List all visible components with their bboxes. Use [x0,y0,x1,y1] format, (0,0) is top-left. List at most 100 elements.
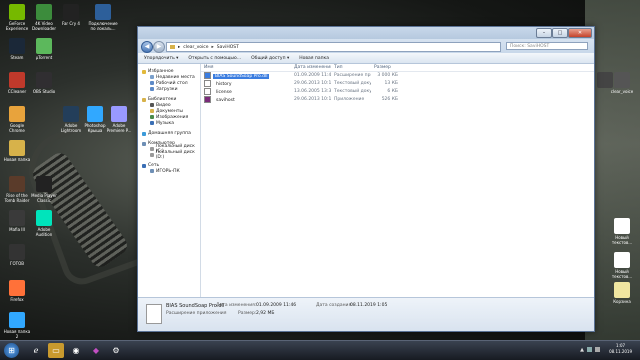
desktop-icon[interactable]: clear_voice [607,72,637,94]
tray-volume-icon[interactable] [595,347,600,352]
desktop-icon[interactable]: Новый текстов... [607,218,637,245]
desktop-icon[interactable]: CCleaner [2,72,32,94]
desktop-icon[interactable]: Новая папка [2,140,32,162]
organize-button[interactable]: Упорядочить ▾ [144,56,178,61]
file-date: 01.09.2009 11:46 [294,73,331,78]
desktop-icon[interactable]: GeForce Experience [2,4,32,31]
desktop-icon[interactable]: µTorrent [29,38,59,60]
desktop-icon-label: Google Chrome [9,123,25,133]
desktop-icon[interactable]: Google Chrome [2,106,32,133]
taskbar: ⊞ ℯ ▭ ◉ ◆ ⚙ ▲ 1:07 08.11.2019 [0,340,640,360]
folder-icon[interactable]: ▭ [48,343,64,358]
star-icon [142,69,146,74]
desktop-icon-label: CCleaner [7,89,27,94]
share-button[interactable]: Общий доступ ▾ [251,56,289,61]
tray-arrow-icon[interactable]: ▲ [580,347,584,353]
column-header-size[interactable]: Размер [371,64,401,71]
desktop-icon[interactable]: 4K Video Downloader [29,4,59,31]
desktop-icon[interactable]: Adobe Premiere P... [104,106,134,133]
desktop-icon-label: clear_voice [610,89,634,94]
breadcrumb-item[interactable]: SaviHOST [217,45,239,50]
homegroup-icon [142,131,146,136]
details-pane: BIAS SoundSoap Pro.dll Расширение прилож… [138,297,594,331]
file-row[interactable]: license 13.06.2005 13:35Текстовый докум..… [201,88,594,96]
file-name-cell: history [201,80,291,88]
file-icon [204,72,211,79]
file-name: savihost [216,98,235,103]
file-size: 3 000 КБ [377,73,398,78]
desktop-icon[interactable]: Steam [2,38,32,60]
nav-homegroup[interactable]: Домашняя группа [138,131,200,136]
file-size: 526 КБ [381,97,398,102]
desktop-icon [150,81,154,85]
pictures-icon [150,115,154,119]
video-icon [150,103,154,107]
desktop-icon[interactable]: OBS Studio [29,72,59,94]
desktop-icon[interactable]: Подключение по локаль... [88,4,118,31]
file-name: BIAS SoundSoap Pro.dll [213,74,270,79]
file-type: Текстовый докум... [334,89,371,94]
computer-icon [150,169,154,173]
file-name: license [216,90,232,95]
video-icon [9,244,25,260]
search-input[interactable]: Поиск: SaviHOST [506,42,588,50]
desktop-icon[interactable]: Mafia III [2,210,32,232]
nav-item[interactable]: Музыка [138,120,200,126]
mafia-icon [9,210,25,226]
desktop-icon[interactable]: ГОТОВ [2,244,32,266]
nav-item[interactable]: Локальный диск (D:) [138,150,200,160]
column-header-date[interactable]: Дата изменения [291,64,331,71]
media-icon[interactable]: ◆ [88,343,104,358]
file-list: Имя Дата изменения Тип Размер BIAS Sound… [201,64,594,297]
forward-button[interactable]: ▶ [153,41,165,53]
nav-item[interactable]: Загрузки [138,86,200,92]
desktop-icon[interactable]: Adobe Audition [29,210,59,237]
maximize-button[interactable]: □ [552,28,568,38]
address-row: ◀ ▶ ▸ clear_voice ▸ SaviHOST Поиск: Savi… [138,39,594,53]
desktop-icon-label: ГОТОВ [10,261,24,266]
desktop-icon-label: µTorrent [35,55,53,60]
file-row[interactable]: history 29.06.2013 10:18Текстовый докум..… [201,80,594,88]
new-folder-button[interactable]: Новая папка [299,56,329,61]
breadcrumb-separator: ▸ [178,44,181,50]
library-icon [142,97,146,102]
start-icon[interactable]: ⊞ [4,343,19,358]
media-player-icon [36,176,52,192]
file-row[interactable]: savihost 29.06.2013 10:19 Приложение 526 КБ [201,96,594,104]
column-header-row: Имя Дата изменения Тип Размер [201,64,594,72]
steam-icon [9,38,25,54]
close-button[interactable]: ✕ [568,28,592,38]
details-size-label: Размер: [238,311,257,316]
title-bar[interactable]: – □ ✕ [138,27,594,39]
back-button[interactable]: ◀ [141,41,153,53]
nav-item[interactable]: ИГОРЬ-ПК [138,168,200,174]
ie-icon[interactable]: ℯ [28,343,44,358]
address-bar[interactable]: ▸ clear_voice ▸ SaviHOST [166,42,501,52]
minimize-button[interactable]: – [536,28,552,38]
file-row[interactable]: BIAS SoundSoap Pro.dll 01.09.2009 11:46 Ра… [201,72,594,80]
chrome-icon [9,106,25,122]
breadcrumb-item[interactable]: clear_voice [183,45,208,50]
photoshop-icon [9,312,25,328]
desktop-icon[interactable]: Новый текстов... [607,252,637,279]
desktop-icon-label: Far Cry 4 [62,21,80,26]
drive-icon [150,147,154,151]
chrome-icon[interactable]: ◉ [68,343,84,358]
desktop-icon[interactable]: Корзина [607,282,637,304]
desktop-icon[interactable]: Новая папка 2 [2,312,32,339]
clock[interactable]: 1:07 08.11.2019 [609,343,632,355]
desktop-icon-label: Media Player Classic [31,193,57,203]
desktop-icon[interactable]: Far Cry 4 [56,4,86,26]
desktop-icon[interactable]: Media Player Classic [29,176,59,203]
explorer-window: – □ ✕ ◀ ▶ ▸ clear_voice ▸ SaviHOST Поиск… [137,26,595,332]
column-header-name[interactable]: Имя [201,64,291,71]
desktop-icon[interactable]: Rise of the Tomb Raider [2,176,32,203]
desktop-icon-label: Adobe Premiere P... [106,123,132,133]
open-with-button[interactable]: Открыть с помощью... [188,56,241,61]
geforce-icon [9,4,25,20]
file-name: history [216,82,232,87]
tray-network-icon[interactable] [587,347,592,352]
column-header-type[interactable]: Тип [331,64,371,71]
desktop-icon[interactable]: Firefox [2,280,32,302]
steam-icon[interactable]: ⚙ [108,343,124,358]
